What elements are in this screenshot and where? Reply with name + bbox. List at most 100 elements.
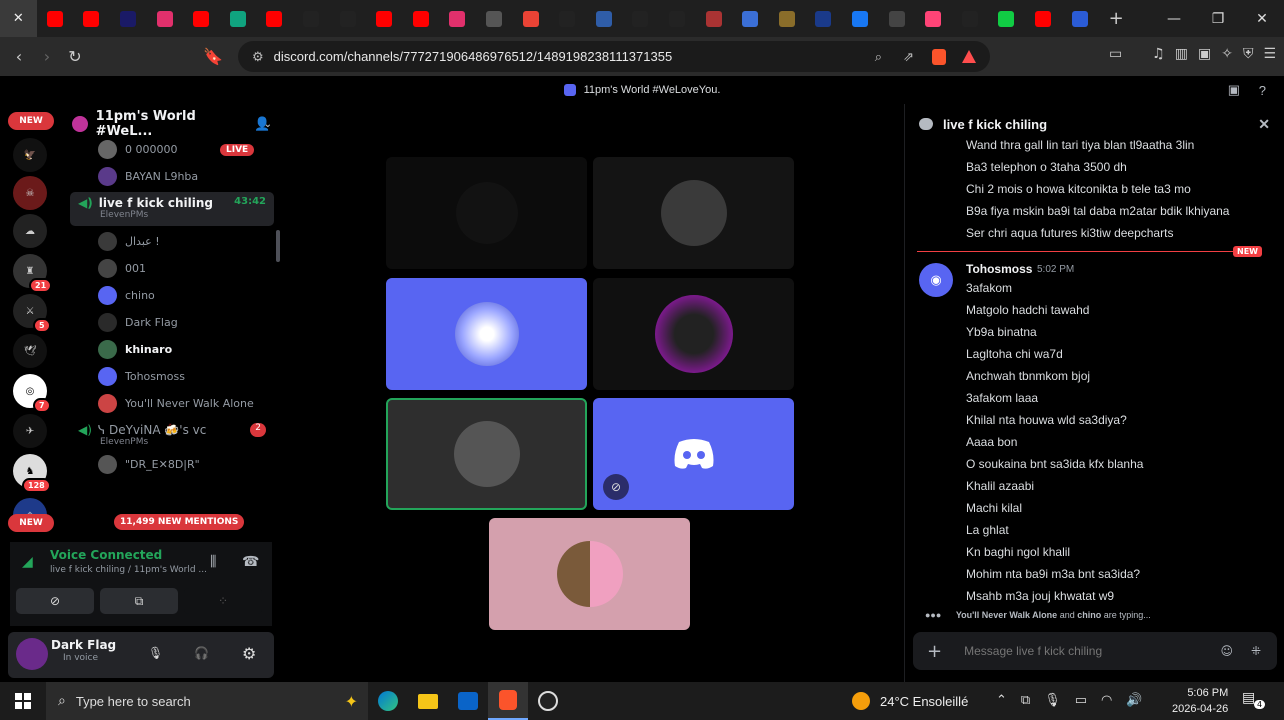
voice-member-row[interactable]: You'll Never Walk Alone (62, 390, 282, 417)
browser-tab[interactable] (805, 0, 842, 37)
activities-button[interactable]: ⁘ (184, 588, 262, 614)
camera-button[interactable]: ⊘ (16, 588, 94, 614)
reader-icon[interactable]: ▭ (1109, 46, 1122, 62)
server-icon[interactable]: ☠ (13, 176, 47, 210)
clock[interactable]: 5:06 PM 2026-04-26 (1172, 685, 1228, 717)
add-member-icon[interactable]: 👤 (254, 117, 270, 132)
video-tile[interactable] (386, 278, 587, 390)
back-button[interactable]: ‹ (5, 47, 33, 66)
minimize-icon[interactable]: — (1152, 0, 1196, 37)
leo-icon[interactable]: ✧ (1221, 46, 1233, 62)
video-tile-speaking[interactable] (386, 398, 587, 510)
settings-icon[interactable]: ⚙ (242, 644, 256, 663)
browser-tab[interactable] (293, 0, 330, 37)
browser-tab[interactable] (146, 0, 183, 37)
video-tile[interactable] (386, 157, 587, 269)
headphones-icon[interactable]: 🎧 (194, 646, 209, 660)
voice-member-row[interactable]: BAYAN L9hba (62, 163, 282, 190)
brave-taskbar-icon[interactable] (488, 682, 528, 720)
browser-tab[interactable] (586, 0, 623, 37)
close-icon[interactable]: ✕ (13, 11, 24, 26)
share-icon[interactable]: ⇗ (903, 49, 914, 65)
browser-tab[interactable] (988, 0, 1025, 37)
taskbar-search[interactable]: ⌕ Type here to search ✦ (46, 682, 368, 720)
plus-icon[interactable]: + (927, 641, 942, 662)
microphone-icon[interactable]: 🎙 (1044, 693, 1061, 708)
brave-rewards-icon[interactable] (962, 50, 976, 63)
browser-tab[interactable] (403, 0, 440, 37)
browser-tab[interactable] (439, 0, 476, 37)
browser-tab[interactable] (329, 0, 366, 37)
browser-tab[interactable] (1061, 0, 1098, 37)
browser-tab[interactable] (183, 0, 220, 37)
voice-member-row[interactable]: Tohosmoss (62, 363, 282, 390)
new-tab-button[interactable]: + (1098, 0, 1135, 37)
browser-tab[interactable] (842, 0, 879, 37)
screen-share-button[interactable]: ⧉ (100, 588, 178, 614)
server-icon[interactable]: ☁ (13, 214, 47, 248)
browser-tab[interactable] (220, 0, 257, 37)
brave-shield-icon[interactable] (932, 48, 946, 65)
file-explorer-icon[interactable] (408, 682, 448, 720)
message-author[interactable]: Tohosmoss (966, 262, 1032, 276)
avatar[interactable] (16, 638, 48, 670)
url-field[interactable]: ⚙ discord.com/channels/77727190648697651… (238, 41, 990, 72)
edge-icon[interactable] (368, 682, 408, 720)
browser-tab[interactable] (878, 0, 915, 37)
bookmark-icon[interactable]: 🔖 (199, 47, 227, 66)
browser-tab[interactable] (256, 0, 293, 37)
voice-location[interactable]: live f kick chiling / 11pm's World ... (50, 565, 207, 575)
voice-member-row[interactable]: khinaro (62, 336, 282, 363)
close-icon[interactable]: ✕ (1258, 116, 1270, 133)
volume-icon[interactable]: 🔊 (1126, 693, 1142, 708)
windows-start-icon[interactable] (0, 682, 46, 720)
close-window-icon[interactable]: ✕ (1240, 0, 1284, 37)
message-input[interactable] (964, 644, 1205, 658)
noise-suppression-icon[interactable]: ⫼ (210, 554, 216, 570)
server-icon[interactable]: ✈ (13, 414, 47, 448)
battery-icon[interactable]: ▭ (1075, 693, 1087, 708)
menu-icon[interactable]: ☰ (1263, 46, 1276, 62)
browser-tab[interactable] (37, 0, 74, 37)
chevron-up-icon[interactable]: ⌃ (996, 693, 1007, 708)
voice-member-row[interactable]: Dark Flag (62, 309, 282, 336)
voice-channel[interactable]: ◀) ᓭ DeYviNA 🍻's vc 2 ElevenPMs (62, 417, 282, 451)
browser-tab[interactable] (659, 0, 696, 37)
weather-widget[interactable]: 24°C Ensoleillé (852, 682, 968, 720)
browser-tab[interactable] (1025, 0, 1062, 37)
browser-tab[interactable] (110, 0, 147, 37)
sidebar-icon[interactable]: ▥ (1175, 46, 1188, 62)
browser-tab[interactable] (549, 0, 586, 37)
outlook-icon[interactable] (448, 682, 488, 720)
server-icon[interactable]: 🕊 (13, 334, 47, 368)
forward-button[interactable]: › (33, 47, 61, 66)
wifi-icon[interactable]: ◠ (1101, 693, 1112, 708)
video-tile[interactable]: ⊘ (593, 398, 794, 510)
inbox-icon[interactable]: ▣ (1228, 82, 1240, 98)
device-icon[interactable]: ⧉ (1021, 693, 1030, 708)
media-icon[interactable]: ♫ (1152, 46, 1165, 62)
browser-tab[interactable] (951, 0, 988, 37)
browser-tab[interactable] (768, 0, 805, 37)
reload-button[interactable]: ↻ (61, 47, 89, 66)
voice-member-row[interactable]: 0 000000 LIVE (62, 136, 282, 163)
scrollbar[interactable] (276, 230, 280, 262)
obs-icon[interactable] (528, 682, 568, 720)
voice-member-row[interactable]: chino (62, 282, 282, 309)
browser-tab[interactable] (622, 0, 659, 37)
author-avatar[interactable]: ◉ (919, 263, 953, 297)
browser-tab[interactable] (366, 0, 403, 37)
notification-button[interactable]: ▤ 4 (1242, 690, 1266, 712)
zoom-icon[interactable]: ⌕ (875, 49, 882, 65)
disconnect-icon[interactable]: ☎ (242, 554, 259, 570)
new-mentions-pill[interactable]: 11,499 NEW MENTIONS (114, 514, 245, 530)
vpn-icon[interactable]: ⛨ (1243, 46, 1254, 62)
microphone-icon[interactable]: 🎙 (148, 646, 163, 660)
emoji-icon[interactable]: ☺ (1220, 644, 1233, 658)
browser-tab[interactable] (73, 0, 110, 37)
voice-channel-active[interactable]: ◀) live f kick chiling 43:42 ElevenPMs (70, 192, 274, 226)
tab-close-active[interactable]: ✕ (0, 0, 37, 37)
voice-member-row[interactable]: "DR_E✕8D|R" (62, 451, 282, 478)
server-icon[interactable]: 🦅 (13, 138, 47, 172)
site-settings-icon[interactable]: ⚙ (252, 49, 264, 65)
